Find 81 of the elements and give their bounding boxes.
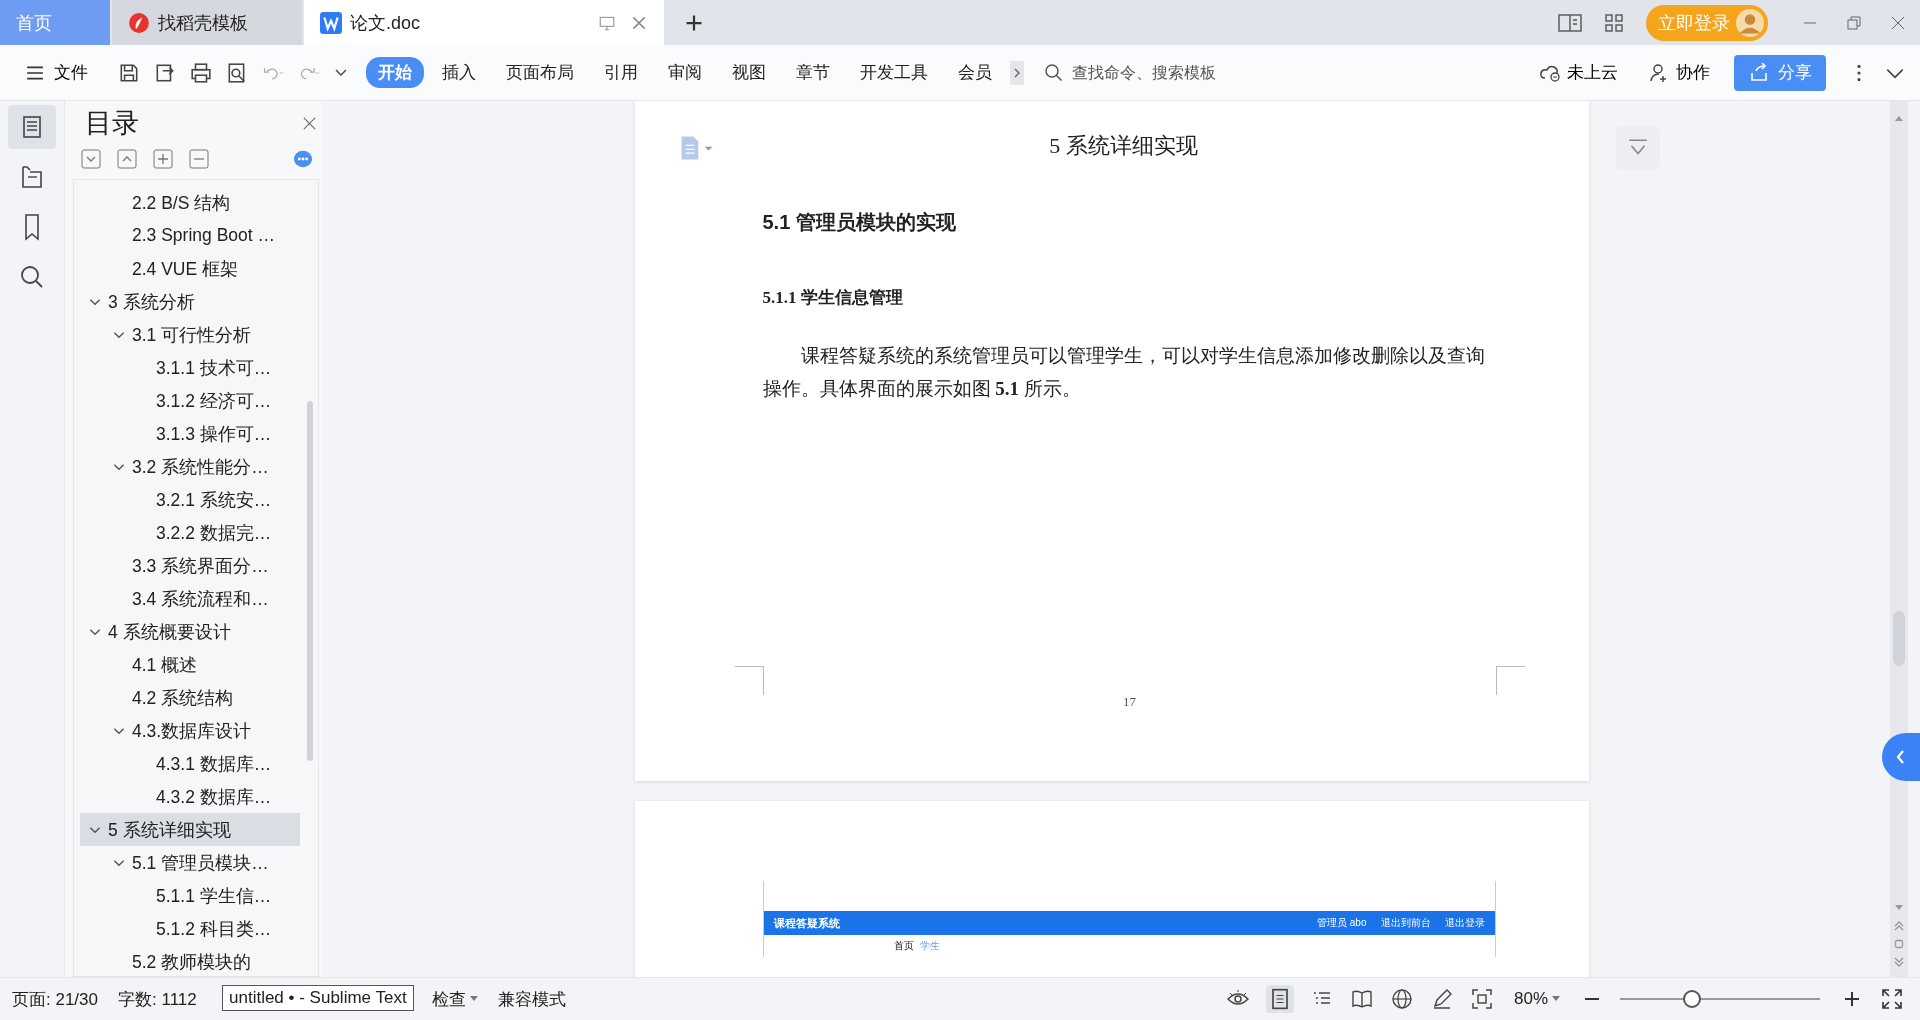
outline-item[interactable]: 4.2 系统结构 <box>80 681 300 714</box>
ribbon-tab[interactable]: 开发工具 <box>848 57 940 88</box>
page-count[interactable]: 页面: 21/30 <box>12 987 98 1011</box>
ribbon-tab[interactable]: 审阅 <box>656 57 714 88</box>
outline-item[interactable]: 3.1.1 技术可… <box>80 351 300 384</box>
search-field[interactable]: 查找命令、搜索模板 <box>1044 62 1284 83</box>
outline-icon[interactable] <box>8 105 56 149</box>
outline-item[interactable]: 3.1.2 经济可… <box>80 384 300 417</box>
assistant-icon[interactable] <box>293 149 313 169</box>
grid-icon[interactable] <box>1602 12 1626 33</box>
writer-icon <box>320 11 342 34</box>
fullscreen-icon[interactable] <box>1880 987 1904 1011</box>
crop-mark <box>734 666 764 695</box>
search-icon <box>1044 62 1064 83</box>
outline-item[interactable]: 3.2.2 数据完… <box>80 516 300 549</box>
outline-item[interactable]: 2.2 B/S 结构 <box>80 186 300 219</box>
caret-icon <box>1552 996 1560 1002</box>
ribbon-tab[interactable]: 会员 <box>946 57 1004 88</box>
outline-item[interactable]: 4.3.数据库设计 <box>80 714 300 747</box>
page-number: 17 <box>1123 694 1136 710</box>
document-tab[interactable]: 论文.doc <box>304 0 664 45</box>
body-paragraph: 课程答疑系统的系统管理员可以管理学生，可以对学生信息添加修改删除以及查询操作。具体界面的展示如图 5.1 所示。 <box>762 344 1485 401</box>
breadcrumb-item: 首页 <box>893 939 914 953</box>
outline-item[interactable]: 3.2 系统性能分… <box>80 450 300 483</box>
page-view-icon[interactable] <box>1265 985 1294 1013</box>
plus-icon[interactable] <box>153 149 173 169</box>
outline-item[interactable]: 5.1.1 学生信… <box>80 879 300 912</box>
ribbon-tab[interactable]: 页面布局 <box>494 57 586 88</box>
outline-item[interactable]: 3.1.3 操作可… <box>80 417 300 450</box>
caret-icon <box>469 996 478 1002</box>
ribbon-tab[interactable]: 章节 <box>784 57 842 88</box>
panel-title: 目录 <box>85 107 140 140</box>
expand-icon[interactable] <box>81 149 101 169</box>
outline-item[interactable]: 3.4 系统流程和… <box>80 582 300 615</box>
outline-item[interactable]: 5.1 管理员模块… <box>80 846 300 879</box>
outline-item[interactable]: 4 系统概要设计 <box>80 615 300 648</box>
chevron-right-icon[interactable] <box>1010 60 1024 85</box>
ribbon-tab[interactable]: 引用 <box>592 57 650 88</box>
breadcrumb-item: 学生 <box>919 939 940 953</box>
outline-item[interactable]: 3.3 系统界面分… <box>80 549 300 582</box>
restore-icon[interactable] <box>1846 14 1862 31</box>
close-icon[interactable] <box>302 115 317 131</box>
leaf-icon <box>128 11 150 34</box>
ribbon-tab[interactable]: 视图 <box>720 57 778 88</box>
word-count[interactable]: 字数: 1112 <box>118 987 197 1011</box>
tooltip: untitled • - Sublime Text <box>222 985 414 1011</box>
subsection-heading: 5.1.1 学生信息管理 <box>762 287 904 309</box>
outline-item[interactable]: 3.2.1 系统安… <box>80 483 300 516</box>
ribbon-tab[interactable]: 插入 <box>430 57 488 88</box>
outline-item[interactable]: 2.4 VUE 框架 <box>80 252 300 285</box>
close-icon[interactable] <box>1890 14 1906 31</box>
collaborate-button[interactable]: 协作 <box>1642 60 1716 85</box>
outline-item[interactable]: 3 系统分析 <box>80 285 300 318</box>
outline-item[interactable]: 4.3.1 数据库… <box>80 747 300 780</box>
spell-check-menu[interactable]: 检查 <box>431 987 478 1011</box>
cloud-button[interactable]: 未上云 <box>1533 60 1624 85</box>
outline-item[interactable]: 5.2 教师模块的 <box>80 945 300 976</box>
outline-item[interactable]: 5.1.2 科目类… <box>80 912 300 945</box>
outline-item[interactable]: 3.1 可行性分析 <box>80 318 300 351</box>
slider-handle[interactable] <box>1683 990 1701 1008</box>
document-tab[interactable]: 找稻壳模板 <box>112 0 302 45</box>
outline-item[interactable]: 4.3.2 数据库… <box>80 780 300 813</box>
outline-item[interactable]: 4.1 概述 <box>80 648 300 681</box>
outline-item[interactable]: 2.3 Spring Boot … <box>80 219 300 252</box>
zoom-menu[interactable]: 80% <box>1513 989 1560 1009</box>
chevron-left-icon <box>1895 749 1907 765</box>
app-title: 课程答疑系统 <box>773 915 840 931</box>
compatibility-mode[interactable]: 兼容模式 <box>497 987 566 1011</box>
crop-mark <box>1495 666 1525 695</box>
outline-item[interactable]: 5 系统详细实现 <box>80 813 300 846</box>
avatar-icon <box>1736 8 1764 37</box>
chapter-heading: 5 系统详细实现 <box>1049 132 1198 160</box>
section-heading: 5.1 管理员模块的实现 <box>762 210 957 235</box>
share-icon <box>1748 62 1770 83</box>
file-menu[interactable]: 文件 <box>20 60 94 85</box>
layout-icon[interactable] <box>1558 12 1582 33</box>
side-panel-toggle[interactable] <box>1882 733 1920 781</box>
fit-page-icon[interactable] <box>1469 987 1494 1011</box>
print-icon[interactable] <box>190 61 212 84</box>
globe-icon[interactable] <box>1389 987 1414 1011</box>
scrollbar-thumb[interactable] <box>307 401 313 761</box>
